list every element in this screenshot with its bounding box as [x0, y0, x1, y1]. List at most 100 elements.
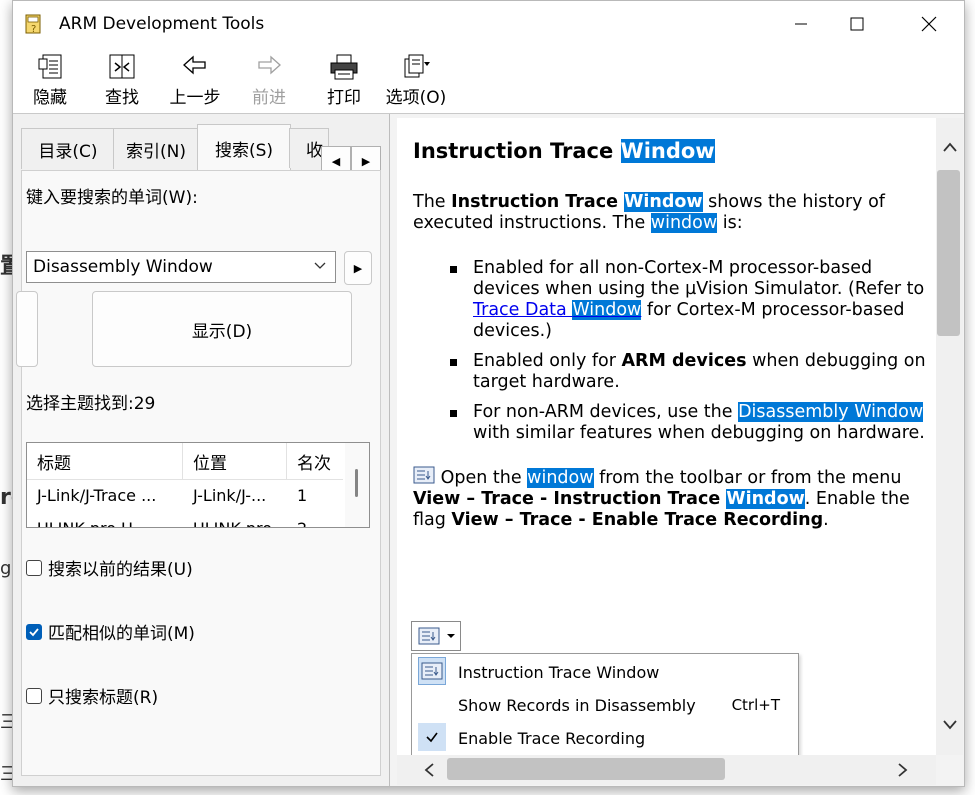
checkbox-box[interactable] — [26, 623, 42, 640]
hide-button[interactable]: 隐藏 — [29, 53, 71, 108]
text: The — [413, 192, 452, 212]
maximize-button[interactable] — [834, 1, 880, 47]
background-text: g — [0, 558, 12, 579]
menu-item-enable-trace-recording[interactable]: Enable Trace Recording — [416, 723, 794, 753]
menu-item-label: Enable Trace Recording — [458, 729, 646, 748]
row-location: J-Link/J-... — [193, 486, 267, 505]
chevron-down-icon[interactable] — [942, 716, 958, 735]
search-previous-checkbox[interactable]: 搜索以前的结果(U) — [26, 555, 193, 580]
locate-button[interactable]: 查找 — [101, 53, 143, 108]
search-titles-only-checkbox[interactable]: 只搜索标题(R) — [26, 683, 158, 708]
options-label: 选项(O) — [385, 88, 447, 108]
back-button[interactable]: 上一步 — [165, 53, 225, 108]
row-title: ULINK pro U... — [27, 519, 183, 527]
scroll-thumb[interactable] — [937, 170, 960, 336]
bold-text: Instruction Trace — [451, 192, 625, 212]
title-bar[interactable]: ? ARM Development Tools — [13, 1, 964, 47]
trace-dropdown-menu: Instruction Trace Window Show Records in… — [411, 653, 799, 755]
hide-label: 隐藏 — [33, 88, 67, 108]
topics-list[interactable]: 标题 位置 名次 J-Link/J-Trace ... J-Link/J-...… — [26, 442, 370, 528]
checkbox-label: 只搜索标题(R) — [48, 688, 159, 708]
search-highlight: Window — [620, 139, 715, 163]
search-word-label: 键入要搜索的单词(W): — [26, 188, 198, 208]
text: Enabled for all non-Cortex-M processor-b… — [473, 258, 925, 299]
display-button[interactable]: 显示(D) — [92, 291, 352, 367]
trace-window-icon — [418, 657, 446, 685]
row-rank: 1 — [297, 486, 308, 505]
window-title: ARM Development Tools — [59, 14, 265, 34]
checkmark-icon — [418, 723, 446, 751]
scroll-thumb[interactable] — [447, 758, 725, 780]
text: . — [823, 510, 829, 530]
search-input[interactable]: Disassembly Window — [26, 251, 336, 283]
column-header-rank[interactable]: 名次 — [287, 443, 343, 479]
search-highlight: Window — [624, 192, 703, 212]
match-similar-checkbox[interactable]: 匹配相似的单词(M) — [26, 619, 195, 644]
back-label: 上一步 — [169, 88, 221, 108]
topic-content-pane: Instruction Trace Window The Instruction… — [397, 118, 936, 755]
chevron-down-icon[interactable] — [313, 258, 327, 276]
list-item: Enabled for all non-Cortex-M processor-b… — [450, 258, 928, 342]
menu-item-show-records[interactable]: Show Records in Disassembly Ctrl+T — [416, 690, 794, 720]
options-button[interactable]: 选项(O) — [383, 53, 449, 108]
scroll-thumb[interactable] — [355, 469, 358, 497]
triangle-left-icon: ◀ — [331, 154, 341, 168]
content-vertical-scrollbar[interactable] — [936, 118, 963, 755]
locate-icon — [109, 54, 135, 79]
table-row[interactable]: ULINK pro U... ULINK pro... 2 — [27, 513, 343, 527]
checkmark-icon — [29, 627, 39, 636]
table-row[interactable]: J-Link/J-Trace ... J-Link/J-... 1 — [27, 480, 343, 512]
help-window: ? ARM Development Tools 隐藏 查找 上一步 前进 打印 … — [12, 0, 965, 787]
checkbox-label: 匹配相似的单词(M) — [48, 624, 195, 644]
content-horizontal-scrollbar[interactable] — [397, 755, 936, 785]
topics-list-scrollbar[interactable] — [345, 443, 369, 527]
search-highlight: window — [650, 213, 718, 233]
chevron-right-icon[interactable] — [897, 762, 909, 782]
list-item: For non-ARM devices, use the Disassembly… — [450, 402, 928, 444]
search-menu-button[interactable]: ▶ — [344, 251, 372, 285]
tab-index[interactable]: 索引(N) — [113, 128, 199, 169]
search-highlight: Window — [726, 489, 805, 509]
chevron-down-icon — [447, 634, 455, 638]
search-highlight: window — [527, 468, 594, 488]
back-arrow-icon — [183, 55, 206, 75]
checkbox-box[interactable] — [26, 687, 42, 704]
link-text: Trace Data — [473, 300, 573, 320]
forward-button[interactable]: 前进 — [247, 53, 291, 108]
chevron-left-icon[interactable] — [423, 762, 435, 782]
text: from the toolbar or from the menu — [593, 468, 902, 488]
trace-data-window-link[interactable]: Trace Data Window — [473, 300, 642, 320]
triangle-right-icon: ▶ — [353, 261, 363, 275]
list-topics-button[interactable] — [16, 291, 38, 367]
print-button[interactable]: 打印 — [323, 53, 365, 108]
checkbox-box[interactable] — [26, 559, 42, 576]
open-window-paragraph: Open the window from the toolbar or from… — [413, 466, 928, 531]
column-header-title[interactable]: 标题 — [27, 443, 183, 479]
page-title: Instruction Trace Window — [413, 136, 928, 166]
trace-menu-figure: Instruction Trace Window Show Records in… — [411, 621, 799, 755]
menu-item-label: Instruction Trace Window — [458, 663, 660, 682]
topic-content: Instruction Trace Window The Instruction… — [413, 136, 928, 531]
column-header-location[interactable]: 位置 — [183, 443, 287, 479]
trace-window-icon — [413, 466, 435, 484]
minimize-button[interactable] — [778, 1, 824, 47]
trace-toolbar-button[interactable] — [411, 621, 461, 651]
tab-contents[interactable]: 目录(C) — [21, 128, 115, 169]
hide-icon — [38, 54, 62, 79]
locate-label: 查找 — [105, 88, 139, 108]
tab-search[interactable]: 搜索(S) — [197, 124, 291, 171]
topics-list-header: 标题 位置 名次 — [27, 443, 343, 480]
topics-found-label: 选择主题找到:29 — [26, 394, 156, 414]
forward-arrow-icon — [258, 55, 281, 75]
forward-label: 前进 — [252, 88, 286, 108]
menu-item-instruction-trace-window[interactable]: Instruction Trace Window — [416, 657, 794, 687]
printer-icon — [330, 54, 358, 80]
options-icon — [404, 54, 430, 78]
menu-item-shortcut: Ctrl+T — [731, 696, 780, 714]
bold-text: View – Trace - Instruction Trace — [413, 489, 727, 509]
close-button[interactable] — [906, 1, 952, 47]
chevron-up-icon[interactable] — [942, 138, 958, 157]
nav-tabs: 目录(C) 索引(N) 搜索(S) 收 ◀ ▶ — [13, 124, 389, 176]
menu-item-label: Show Records in Disassembly — [458, 696, 696, 715]
intro-paragraph: The Instruction Trace Window shows the h… — [413, 192, 928, 234]
